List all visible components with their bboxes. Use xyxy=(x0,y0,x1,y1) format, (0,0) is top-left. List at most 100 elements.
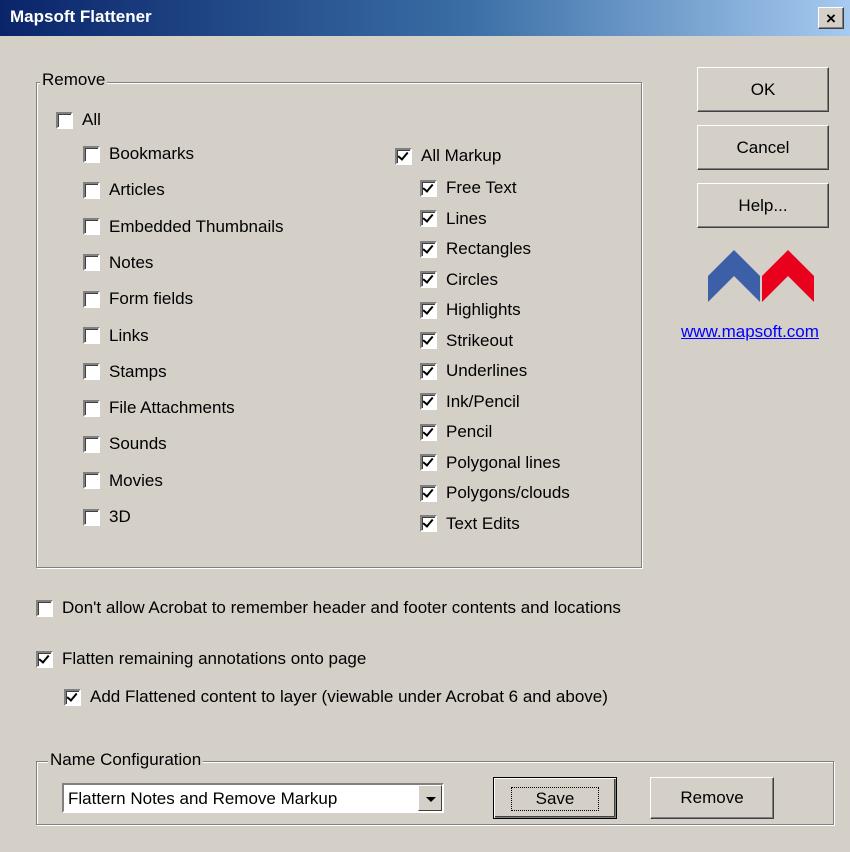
checkbox[interactable] xyxy=(420,515,437,532)
layer-checkbox[interactable] xyxy=(64,688,81,706)
option-flatten[interactable]: Flatten remaining annotations onto page xyxy=(36,649,366,669)
remove-button[interactable]: Remove xyxy=(650,777,774,819)
cancel-label: Cancel xyxy=(736,138,790,157)
checkbox[interactable] xyxy=(83,363,100,381)
layer-label: Add Flattened content to layer (viewable… xyxy=(90,687,608,706)
checkbox[interactable] xyxy=(420,301,437,319)
list-item[interactable]: Free Text xyxy=(420,178,517,198)
cancel-button[interactable]: Cancel xyxy=(697,125,829,170)
checkbox[interactable] xyxy=(420,332,437,349)
option-layer[interactable]: Add Flattened content to layer (viewable… xyxy=(64,687,608,707)
ok-button[interactable]: OK xyxy=(697,67,829,112)
checkbox-label: Bookmarks xyxy=(109,144,195,163)
list-item[interactable]: Notes xyxy=(83,253,153,273)
list-item[interactable]: Links xyxy=(83,326,149,346)
flatten-label: Flatten remaining annotations onto page xyxy=(62,649,367,668)
help-label: Help... xyxy=(738,196,788,215)
list-item[interactable]: Bookmarks xyxy=(83,144,194,164)
checkbox[interactable] xyxy=(420,179,437,197)
checkbox[interactable] xyxy=(420,393,437,410)
logo-blue-shape xyxy=(708,250,760,302)
config-select[interactable]: Flattern Notes and Remove Markup xyxy=(62,783,444,813)
checkbox-label: Circles xyxy=(446,269,498,289)
checkbox-label: Text Edits xyxy=(446,513,520,533)
list-item[interactable]: File Attachments xyxy=(83,398,235,418)
list-item[interactable]: Polygonal lines xyxy=(420,453,560,473)
list-item[interactable]: Sounds xyxy=(83,434,167,454)
list-item[interactable]: Stamps xyxy=(83,362,167,382)
checkbox[interactable] xyxy=(420,240,437,258)
checkbox[interactable] xyxy=(83,290,100,308)
checkbox[interactable] xyxy=(83,181,100,199)
checkbox[interactable] xyxy=(83,327,100,344)
list-item[interactable]: Pencil xyxy=(420,422,492,442)
checkbox-label: Free Text xyxy=(446,178,517,197)
checkbox[interactable] xyxy=(83,435,100,453)
list-item[interactable]: Rectangles xyxy=(420,239,531,259)
checkbox-label: Links xyxy=(109,325,149,345)
checkbox[interactable] xyxy=(420,423,437,441)
checkbox[interactable] xyxy=(83,254,100,272)
all-markup-label: All Markup xyxy=(421,146,502,165)
header-footer-checkbox[interactable] xyxy=(36,599,53,617)
checkbox-label: Articles xyxy=(109,180,165,200)
checkbox-label: Underlines xyxy=(446,361,528,380)
help-button[interactable]: Help... xyxy=(697,183,829,228)
close-button[interactable]: × xyxy=(818,7,844,29)
checkbox[interactable] xyxy=(83,145,100,163)
list-item[interactable]: Ink/Pencil xyxy=(420,392,520,412)
name-config-label: Name Configuration xyxy=(48,750,204,769)
all-markup-checkbox[interactable] xyxy=(395,147,412,165)
list-item[interactable]: Polygons/clouds xyxy=(420,483,570,503)
list-item[interactable]: Text Edits xyxy=(420,514,520,534)
save-button[interactable]: Save xyxy=(493,777,617,819)
chevron-down-icon[interactable] xyxy=(418,785,442,811)
list-item[interactable]: Lines xyxy=(420,209,487,229)
all-checkbox[interactable] xyxy=(56,111,73,129)
close-icon: × xyxy=(826,9,836,28)
list-item[interactable]: Form fields xyxy=(83,289,193,309)
checkbox-label: Form fields xyxy=(109,289,194,309)
mapsoft-logo-icon xyxy=(708,250,814,302)
checkbox-label: Lines xyxy=(446,208,487,228)
checkbox[interactable] xyxy=(420,271,437,288)
option-header-footer[interactable]: Don't allow Acrobat to remember header a… xyxy=(36,598,621,618)
checkbox-label: 3D xyxy=(109,507,131,526)
all-label: All xyxy=(82,110,101,129)
checkbox-label: Sounds xyxy=(109,434,167,454)
ok-label: OK xyxy=(750,80,776,99)
list-item[interactable]: Strikeout xyxy=(420,331,513,351)
checkbox-label: Polygonal lines xyxy=(446,452,561,472)
remove-label: Remove xyxy=(680,788,744,807)
header-footer-label: Don't allow Acrobat to remember header a… xyxy=(62,598,621,617)
checkbox-label: Embedded Thumbnails xyxy=(109,216,284,236)
list-item[interactable]: Movies xyxy=(83,471,163,491)
save-label: Save xyxy=(510,787,600,811)
checkbox-label: Ink/Pencil xyxy=(446,391,520,411)
list-item[interactable]: Embedded Thumbnails xyxy=(83,217,284,237)
checkbox-label: Strikeout xyxy=(446,330,514,350)
list-item[interactable]: 3D xyxy=(83,507,131,527)
window-title: Mapsoft Flattener xyxy=(10,7,152,26)
checkbox-all-markup[interactable]: All Markup xyxy=(395,146,501,166)
checkbox[interactable] xyxy=(420,210,437,227)
list-item[interactable]: Circles xyxy=(420,270,498,290)
website-link[interactable]: www.mapsoft.com xyxy=(681,322,819,342)
checkbox[interactable] xyxy=(83,399,100,417)
list-item[interactable]: Underlines xyxy=(420,361,527,381)
checkbox-label: Pencil xyxy=(446,422,493,441)
checkbox-label: Rectangles xyxy=(446,239,532,258)
list-item[interactable]: Articles xyxy=(83,180,165,200)
checkbox-all[interactable]: All xyxy=(56,110,101,130)
checkbox[interactable] xyxy=(420,454,437,471)
list-item[interactable]: Highlights xyxy=(420,300,521,320)
checkbox[interactable] xyxy=(420,484,437,502)
checkbox[interactable] xyxy=(420,362,437,380)
config-select-value: Flattern Notes and Remove Markup xyxy=(68,789,338,808)
checkbox[interactable] xyxy=(83,218,100,236)
flatten-checkbox[interactable] xyxy=(36,650,53,668)
logo-red-shape xyxy=(762,250,814,302)
checkbox[interactable] xyxy=(83,472,100,490)
checkbox-label: Notes xyxy=(109,252,154,272)
checkbox[interactable] xyxy=(83,508,100,526)
